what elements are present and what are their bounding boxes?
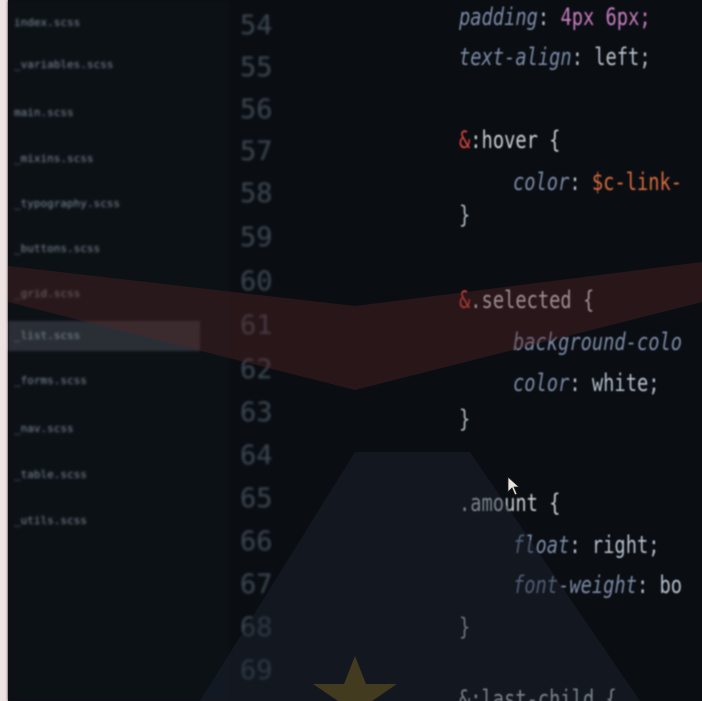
css-selector: :hover { bbox=[470, 126, 561, 154]
sidebar-item[interactable]: _list.scss bbox=[14, 327, 80, 345]
line-number: 62 bbox=[240, 354, 273, 385]
code-text: : bbox=[569, 168, 592, 196]
code-text: : bo bbox=[636, 571, 683, 599]
line-number: 63 bbox=[240, 397, 273, 428]
scss-variable: $c-link- bbox=[591, 168, 683, 196]
css-property: background-colo bbox=[513, 328, 683, 356]
line-number: 55 bbox=[240, 52, 273, 83]
sidebar-item[interactable]: _variables.scss bbox=[14, 56, 113, 74]
sidebar-item[interactable]: _grid.scss bbox=[14, 285, 80, 303]
css-property: float bbox=[513, 531, 570, 559]
css-selector: .selected { bbox=[470, 286, 595, 314]
code-text: : bbox=[537, 3, 561, 31]
code-line[interactable]: padding: 4px 6px; bbox=[459, 0, 651, 34]
star-shape bbox=[313, 656, 397, 701]
file-tree-sidebar: index.scss _variables.scss main.scss _mi… bbox=[8, 0, 230, 701]
css-property: color bbox=[513, 168, 570, 196]
line-number: 54 bbox=[240, 10, 273, 41]
sidebar-item[interactable]: _table.scss bbox=[14, 466, 87, 484]
sidebar-item[interactable]: _mixins.scss bbox=[14, 150, 93, 168]
line-number: 66 bbox=[240, 526, 273, 557]
css-property: font-weight bbox=[513, 571, 637, 599]
code-line[interactable]: font-weight: bo bbox=[513, 568, 682, 602]
code-text: : left; bbox=[571, 43, 651, 71]
css-property: color bbox=[513, 369, 570, 397]
code-line[interactable]: &:hover { bbox=[459, 123, 560, 157]
line-number: 68 bbox=[240, 612, 273, 643]
code-text: : right; bbox=[569, 531, 660, 559]
closing-brace: } bbox=[459, 613, 471, 641]
line-number: 64 bbox=[240, 440, 273, 471]
css-value: 4px 6px; bbox=[560, 3, 651, 31]
code-line[interactable]: } bbox=[459, 610, 470, 644]
code-editor[interactable]: padding: 4px 6px; text-align: left; &:ho… bbox=[455, 0, 702, 701]
closing-brace: } bbox=[459, 405, 471, 433]
code-line[interactable]: &:last-child { bbox=[459, 682, 617, 701]
code-line[interactable]: text-align: left; bbox=[459, 40, 651, 74]
sidebar-item[interactable]: _nav.scss bbox=[14, 420, 74, 438]
closing-brace: } bbox=[459, 201, 471, 229]
line-number: 58 bbox=[240, 178, 273, 209]
line-number: 59 bbox=[240, 222, 273, 253]
code-line[interactable]: } bbox=[459, 402, 470, 436]
sidebar-item[interactable]: _forms.scss bbox=[14, 372, 87, 390]
scss-parent-ref: & bbox=[459, 126, 471, 154]
window-edge bbox=[0, 0, 8, 701]
editor-screenshot: index.scss _variables.scss main.scss _mi… bbox=[0, 0, 702, 701]
sidebar-item[interactable]: _typography.scss bbox=[14, 195, 120, 213]
css-selector: &:last-child { bbox=[459, 685, 617, 701]
line-number: 57 bbox=[240, 136, 273, 167]
sidebar-item[interactable]: _utils.scss bbox=[14, 512, 87, 530]
line-number: 65 bbox=[240, 483, 273, 514]
sidebar-item[interactable]: index.scss bbox=[14, 14, 80, 32]
css-property: padding bbox=[459, 3, 538, 31]
code-line[interactable]: background-colo bbox=[513, 325, 682, 359]
line-number-gutter: 54 55 56 57 58 59 60 61 62 63 64 65 66 6… bbox=[228, 0, 288, 701]
code-line[interactable]: float: right; bbox=[513, 528, 660, 562]
css-property: text-align bbox=[459, 43, 572, 71]
line-number: 61 bbox=[240, 310, 273, 341]
code-line[interactable]: } bbox=[459, 198, 470, 232]
code-line[interactable]: color: white; bbox=[513, 366, 660, 400]
line-number: 69 bbox=[240, 655, 273, 686]
sidebar-item[interactable]: _buttons.scss bbox=[14, 240, 100, 258]
code-text: : white; bbox=[569, 369, 660, 397]
scss-parent-ref: & bbox=[459, 286, 471, 314]
code-line[interactable]: color: $c-link- bbox=[513, 165, 682, 199]
line-number: 67 bbox=[240, 569, 273, 600]
code-line[interactable]: &.selected { bbox=[459, 283, 594, 317]
line-number: 60 bbox=[240, 266, 273, 297]
sidebar-item[interactable]: main.scss bbox=[14, 104, 74, 122]
line-number: 56 bbox=[240, 94, 273, 125]
mouse-cursor-icon bbox=[507, 476, 521, 496]
